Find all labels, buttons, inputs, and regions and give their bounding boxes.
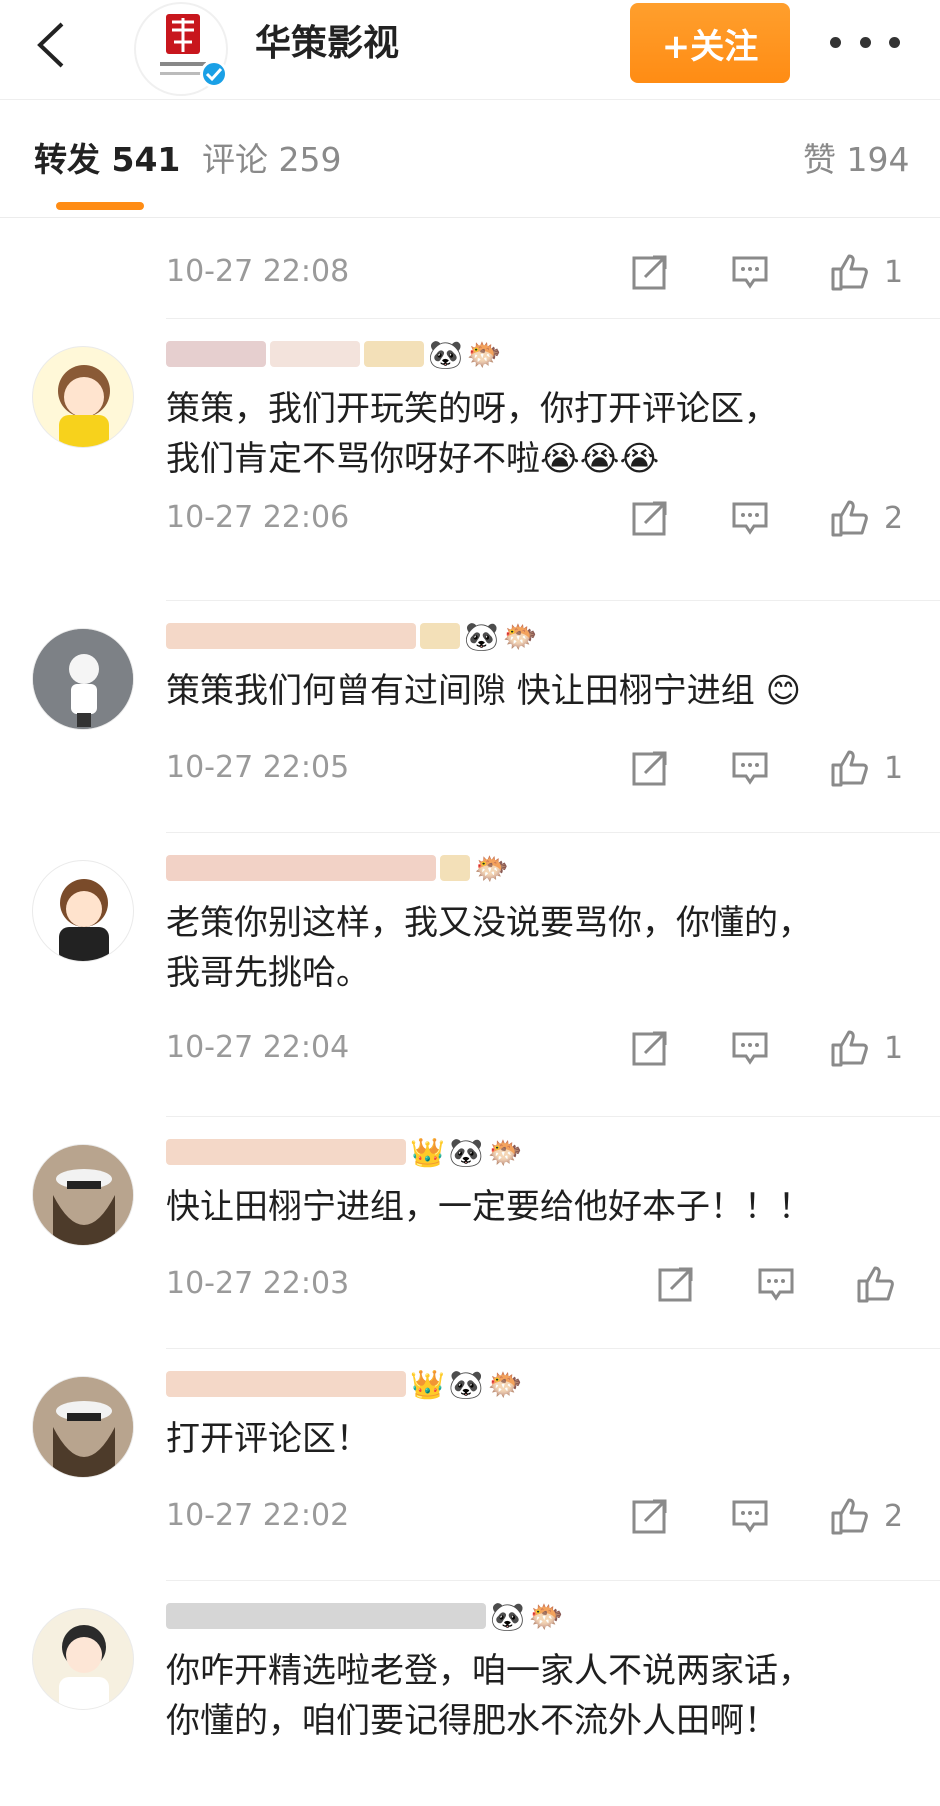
like-button[interactable]: 2 [830,498,903,538]
thumbs-up-icon [831,1030,868,1067]
comment-bubble-icon[interactable] [730,501,770,535]
comment-text: 老策你别这样，我又没说要骂你，你懂的， 我哥先挑哈。 [166,903,812,993]
action-bar: 1 [630,744,903,792]
badge-fish-icon: 🐡 [466,337,502,371]
comment-bubble-icon[interactable] [730,255,770,289]
share-external-icon[interactable] [630,749,670,787]
avatar[interactable] [32,628,134,730]
panda-icon: 🐼 [490,1599,525,1633]
like-button[interactable]: 1 [830,748,903,788]
comment-bubble-icon[interactable] [730,751,770,785]
like-button[interactable] [856,1264,896,1304]
list-item: 👑 🐼 🐡 打开评论区！ 10-27 22:02 2 [0,1348,940,1580]
verified-badge-icon [200,60,228,88]
action-bar [656,1260,896,1308]
thumbs-up-icon [831,254,868,291]
thumbs-up-icon [831,500,868,537]
chevron-left-icon [37,22,64,68]
timestamp: 10-27 22:03 [166,1266,350,1301]
like-count: 1 [884,1030,904,1066]
repost-list[interactable]: 10-27 22:08 1 🐼 🐡 策策，我们开玩笑的呀，你打开评论区， 我们肯… [0,218,940,1806]
emoji-crying-icon: 😭😭😭 [540,439,660,479]
panda-icon: 🐼 [428,337,463,371]
comment-text: 策策我们何曾有过间隙 快让田栩宁进组 😊 [166,671,802,711]
action-bar: 2 [630,494,903,542]
list-item: 🐼 🐡 策策，我们开玩笑的呀，你打开评论区， 我们肯定不骂你呀好不啦😭😭😭 10… [0,318,940,563]
tab-active-indicator [56,202,144,210]
username-blurred[interactable]: 🐼 🐡 [166,1596,564,1636]
thumbs-up-icon [831,750,868,787]
top-bar: 华策影视 +关注 [0,0,940,100]
like-count: 2 [884,500,904,536]
tab-bar: 转发 541 评论 259 赞 194 [0,100,940,218]
action-bar: 2 [630,1492,903,1540]
comment-bubble-icon[interactable] [730,1499,770,1533]
list-item: 👑 🐼 🐡 快让田栩宁进组，一定要给他好本子！！！ 10-27 22:03 [0,1116,940,1348]
more-dots-icon[interactable] [830,24,900,60]
badge-fish-icon: 🐡 [528,1599,564,1633]
username-blurred[interactable]: 🐼 🐡 [166,616,538,656]
comment-text: 策策，我们开玩笑的呀，你打开评论区， 我们肯定不骂你呀好不啦😭😭😭 [166,389,778,479]
thumbs-up-icon [857,1266,894,1303]
account-name[interactable]: 华策影视 [255,20,399,68]
share-external-icon[interactable] [656,1265,696,1303]
crown-icon: 👑 [410,1135,445,1169]
share-external-icon[interactable] [630,1497,670,1535]
badge-fish-icon: 🐡 [487,1367,523,1401]
like-count: 2 [884,1498,904,1534]
avatar[interactable] [32,860,134,962]
tab-like[interactable]: 赞 194 [803,138,909,182]
like-count: 1 [884,254,904,290]
emoji-smile-icon: 😊 [765,671,802,711]
back-button[interactable] [30,20,80,70]
badge-fish-icon: 🐡 [502,619,538,653]
like-button[interactable]: 1 [830,252,903,292]
list-item: 🐼 🐡 策策我们何曾有过间隙 快让田栩宁进组 😊 10-27 22:05 1 [0,600,940,832]
share-external-icon[interactable] [630,253,670,291]
comment-text: 你咋开精选啦老登，咱一家人不说两家话， 你懂的，咱们要记得肥水不流外人田啊！ [166,1651,812,1741]
timestamp: 10-27 22:02 [166,1498,350,1533]
list-item: 🐡 老策你别这样，我又没说要骂你，你懂的， 我哥先挑哈。 10-27 22:04… [0,832,940,1116]
action-bar: 1 [630,1024,903,1072]
like-button[interactable]: 2 [830,1496,903,1536]
timestamp: 10-27 22:04 [166,1030,350,1065]
comment-bubble-icon[interactable] [756,1267,796,1301]
comment-text: 打开评论区！ [166,1419,370,1459]
share-external-icon[interactable] [630,499,670,537]
list-item: 10-27 22:08 1 [0,218,940,318]
list-item: 🐼 🐡 你咋开精选啦老登，咱一家人不说两家话， 你懂的，咱们要记得肥水不流外人田… [0,1580,940,1806]
like-count: 1 [884,750,904,786]
crown-icon: 👑 [410,1367,445,1401]
badge-fish-icon: 🐡 [474,851,509,885]
timestamp: 10-27 22:05 [166,750,350,785]
comment-bubble-icon[interactable] [730,1031,770,1065]
action-bar: 1 [630,248,903,296]
avatar[interactable] [32,1608,134,1710]
username-blurred[interactable]: 🐼 🐡 [166,334,502,374]
badge-fish-icon: 🐡 [487,1135,523,1169]
avatar[interactable] [32,346,134,448]
tab-comment[interactable]: 评论 259 [202,138,341,182]
username-blurred[interactable]: 🐡 [166,848,509,888]
thumbs-up-icon [831,1498,868,1535]
panda-icon: 🐼 [464,619,499,653]
comment-text: 快让田栩宁进组，一定要给他好本子！！！ [166,1187,812,1227]
tab-repost[interactable]: 转发 541 [34,138,180,182]
panda-icon: 🐼 [448,1367,484,1401]
panda-icon: 🐼 [448,1135,484,1169]
follow-button[interactable]: +关注 [630,3,790,83]
timestamp: 10-27 22:08 [166,254,350,289]
avatar[interactable] [32,1376,134,1478]
username-blurred[interactable]: 👑 🐼 🐡 [166,1132,523,1172]
like-button[interactable]: 1 [830,1028,903,1068]
avatar[interactable] [32,1144,134,1246]
timestamp: 10-27 22:06 [166,500,350,535]
share-external-icon[interactable] [630,1029,670,1067]
username-blurred[interactable]: 👑 🐼 🐡 [166,1364,523,1404]
